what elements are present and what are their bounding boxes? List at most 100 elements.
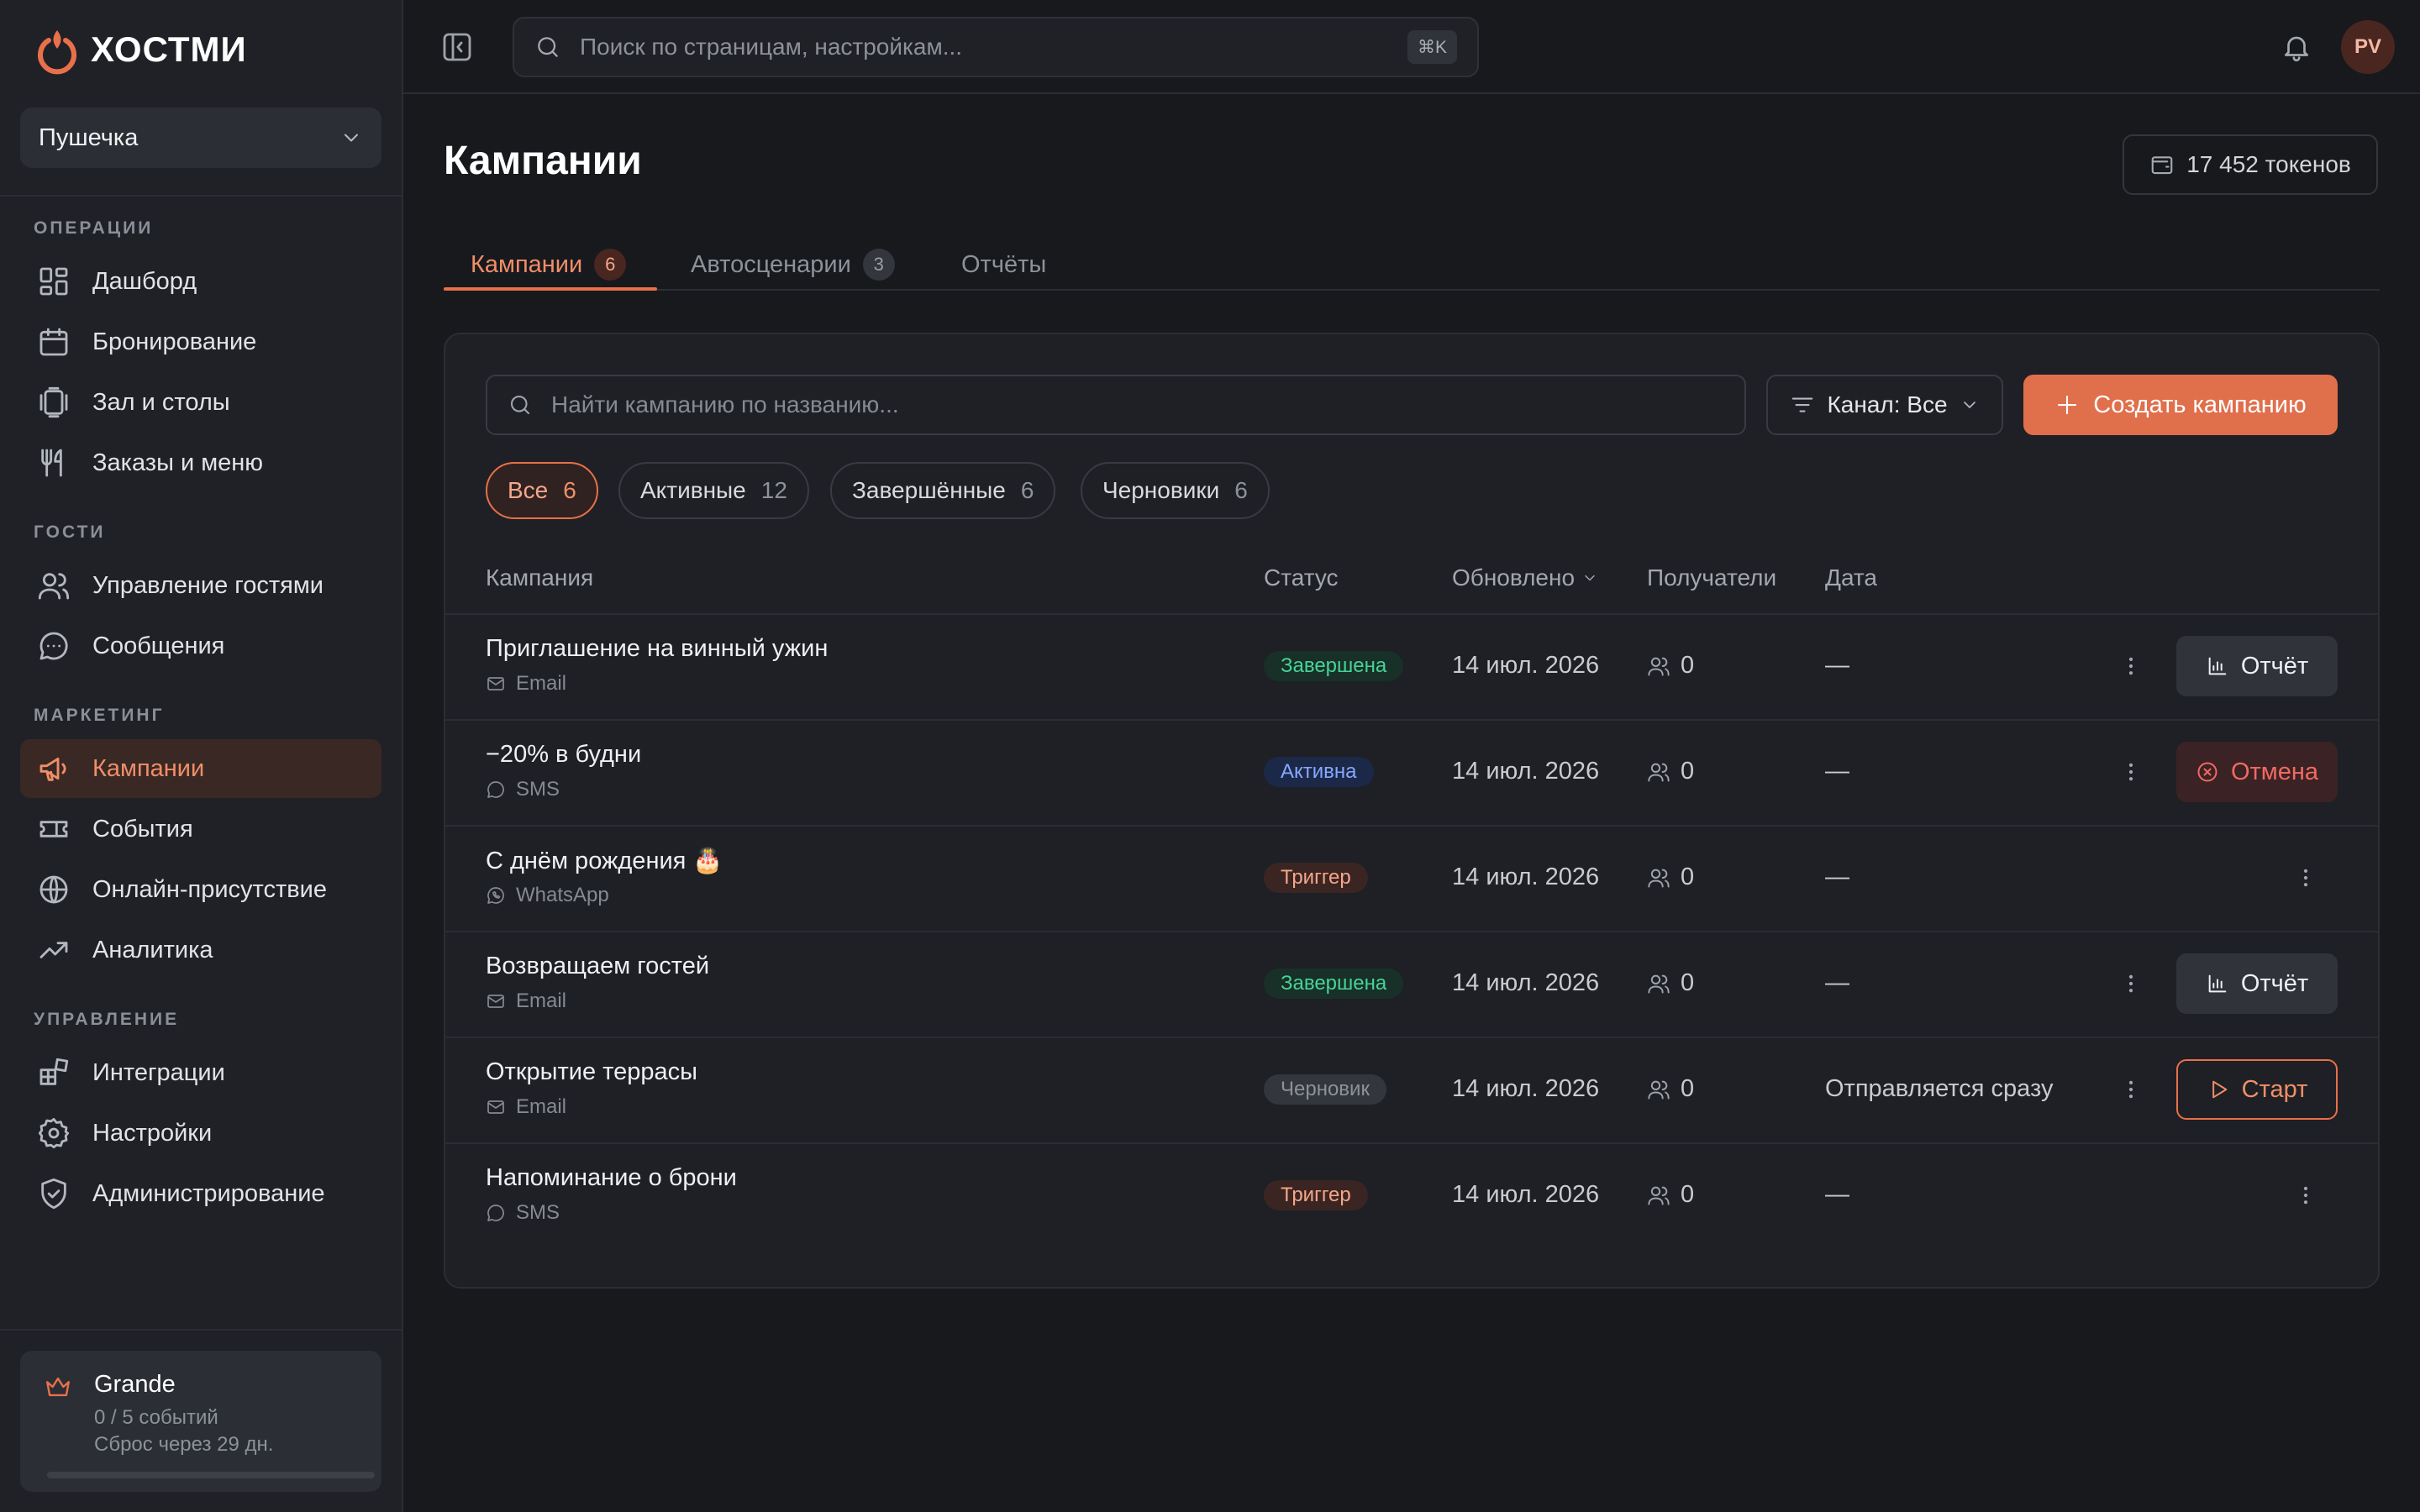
campaign-name[interactable]: Открытие террасы: [486, 1058, 697, 1086]
wallet-icon: [2151, 156, 2173, 175]
plan-usage: 0 / 5 событий: [94, 1406, 218, 1429]
plan-card[interactable]: Grande 0 / 5 событий Сброс через 29 дн.: [20, 1351, 381, 1492]
table-row[interactable]: [445, 615, 2378, 719]
sidebar-item-label: Дашборд: [92, 267, 197, 295]
users-icon: [1648, 657, 1670, 675]
status-badge: Завершена: [1264, 651, 1404, 681]
campaign-search-input[interactable]: Найти кампанию по названию...: [486, 375, 1746, 435]
chip-count: 6: [563, 477, 576, 503]
sidebar-item-settings[interactable]: Настройки: [20, 1104, 381, 1163]
campaign-name[interactable]: С днём рождения 🎂: [486, 847, 723, 875]
tab-count: 6: [594, 249, 627, 281]
recipients-value: 0: [1681, 1181, 1695, 1208]
sidebar-item-integrations[interactable]: Интеграции: [20, 1043, 381, 1102]
column-header-updated[interactable]: Обновлено: [1452, 564, 1598, 591]
campaign-name[interactable]: Возвращаем гостей: [486, 953, 709, 980]
logo[interactable]: ХОСТМИ: [35, 24, 247, 76]
kebab-menu-icon[interactable]: [2294, 863, 2317, 893]
sidebar-item-label: Зал и столы: [92, 388, 230, 416]
recipients-value: 0: [1681, 1075, 1695, 1102]
recipients-value: 0: [1681, 864, 1695, 890]
sidebar-item-dashboard[interactable]: Дашборд: [20, 252, 381, 311]
chip-count: 6: [1234, 477, 1248, 503]
sidebar-item-label: Интеграции: [92, 1058, 225, 1086]
sidebar-item-campaigns[interactable]: Кампании: [20, 739, 381, 798]
bell-icon[interactable]: [2281, 30, 2312, 64]
sidebar-item-online[interactable]: Онлайн-присутствие: [20, 860, 381, 919]
tokens-label: 17 452 токенов: [2186, 151, 2351, 177]
kebab-menu-icon[interactable]: [2119, 757, 2143, 787]
table-row[interactable]: [445, 721, 2378, 825]
filter-icon: [1792, 397, 1813, 412]
recipients-value: 0: [1681, 652, 1695, 679]
mail-icon: [487, 677, 504, 690]
start-button[interactable]: Старт: [2176, 1059, 2338, 1120]
sidebar-item-tables[interactable]: Зал и столы: [20, 373, 381, 432]
filter-chip-all[interactable]: Все 6: [486, 462, 598, 519]
sidebar-item-events[interactable]: События: [20, 800, 381, 858]
status-badge: Триггер: [1264, 1180, 1368, 1210]
sidebar-item-orders[interactable]: Заказы и меню: [20, 433, 381, 492]
kebab-menu-icon[interactable]: [2119, 969, 2143, 999]
power-logo-icon: [38, 30, 76, 75]
report-icon: [2208, 657, 2227, 675]
table-row[interactable]: [445, 827, 2378, 931]
send-date: —: [1825, 652, 1849, 679]
table-row[interactable]: [445, 1144, 2378, 1248]
table-row[interactable]: [445, 1038, 2378, 1142]
channel-filter-select[interactable]: Канал: Все: [1766, 375, 2003, 435]
plus-icon: [2058, 395, 2077, 415]
tab-automations[interactable]: Автосценарии 3: [691, 239, 895, 291]
sidebar-item-messages[interactable]: Сообщения: [20, 617, 381, 675]
avatar[interactable]: PV: [2341, 20, 2395, 74]
sidebar-item-label: Сообщения: [92, 632, 225, 659]
sidebar-item-booking[interactable]: Бронирование: [20, 312, 381, 371]
action-label: Отчёт: [2240, 652, 2309, 680]
workspace-select[interactable]: Пушечка: [20, 108, 381, 168]
workspace-name: Пушечка: [39, 123, 139, 151]
updated-date: 14 июл. 2026: [1452, 1075, 1600, 1102]
campaign-name[interactable]: Напоминание о брони: [486, 1164, 737, 1192]
campaign-channel-label: Email: [516, 990, 567, 1012]
sidebar-item-label: Кампании: [92, 754, 205, 782]
action-label: Старт: [2241, 1075, 2308, 1103]
whatsapp-icon: [487, 887, 504, 904]
column-header-recipients[interactable]: Получатели: [1647, 564, 1776, 591]
kebab-menu-icon[interactable]: [2119, 1074, 2143, 1105]
report-button[interactable]: Отчёт: [2176, 953, 2338, 1014]
sidebar-toggle-icon[interactable]: [440, 30, 474, 64]
kebab-menu-icon[interactable]: [2294, 1180, 2317, 1210]
action-label: Отмена: [2230, 758, 2319, 785]
sms-icon: [487, 1205, 504, 1221]
tab-campaigns[interactable]: Кампании 6: [471, 239, 627, 291]
globe-icon: [39, 875, 68, 904]
report-button[interactable]: Отчёт: [2176, 636, 2338, 696]
filter-chip-active[interactable]: Активные 12: [618, 462, 809, 519]
global-search-input[interactable]: Поиск по страницам, настройкам... ⌘K: [513, 17, 1479, 77]
create-campaign-button[interactable]: Создать кампанию: [2023, 375, 2338, 435]
section-title-marketing: МАРКЕТИНГ: [34, 706, 165, 725]
column-header-status[interactable]: Статус: [1264, 564, 1339, 591]
tokens-balance[interactable]: 17 452 токенов: [2123, 134, 2378, 195]
filter-chip-completed[interactable]: Завершённые 6: [830, 462, 1056, 519]
column-header-campaign[interactable]: Кампания: [486, 564, 593, 591]
filter-chip-drafts[interactable]: Черновики 6: [1081, 462, 1270, 519]
cancel-button[interactable]: Отмена: [2176, 742, 2338, 802]
sidebar-item-analytics[interactable]: Аналитика: [20, 921, 381, 979]
recipients-value: 0: [1681, 969, 1695, 996]
send-date: —: [1825, 969, 1849, 996]
column-header-date[interactable]: Дата: [1825, 564, 1877, 591]
table-row[interactable]: [445, 932, 2378, 1037]
chip-label: Завершённые: [852, 477, 1006, 503]
campaign-name[interactable]: −20% в будни: [486, 741, 641, 769]
kebab-menu-icon[interactable]: [2119, 651, 2143, 681]
plan-reset: Сброс через 29 дн.: [94, 1433, 274, 1456]
campaign-name[interactable]: Приглашение на винный ужин: [486, 635, 828, 663]
status-badge: Триггер: [1264, 863, 1368, 893]
sidebar-item-label: Онлайн-присутствие: [92, 875, 327, 903]
tab-reports[interactable]: Отчёты: [961, 239, 1046, 291]
sidebar-item-label: Бронирование: [92, 328, 257, 355]
sidebar-item-admin[interactable]: Администрирование: [20, 1164, 381, 1223]
sidebar-item-guests[interactable]: Управление гостями: [20, 556, 381, 615]
mail-icon: [487, 1100, 504, 1114]
